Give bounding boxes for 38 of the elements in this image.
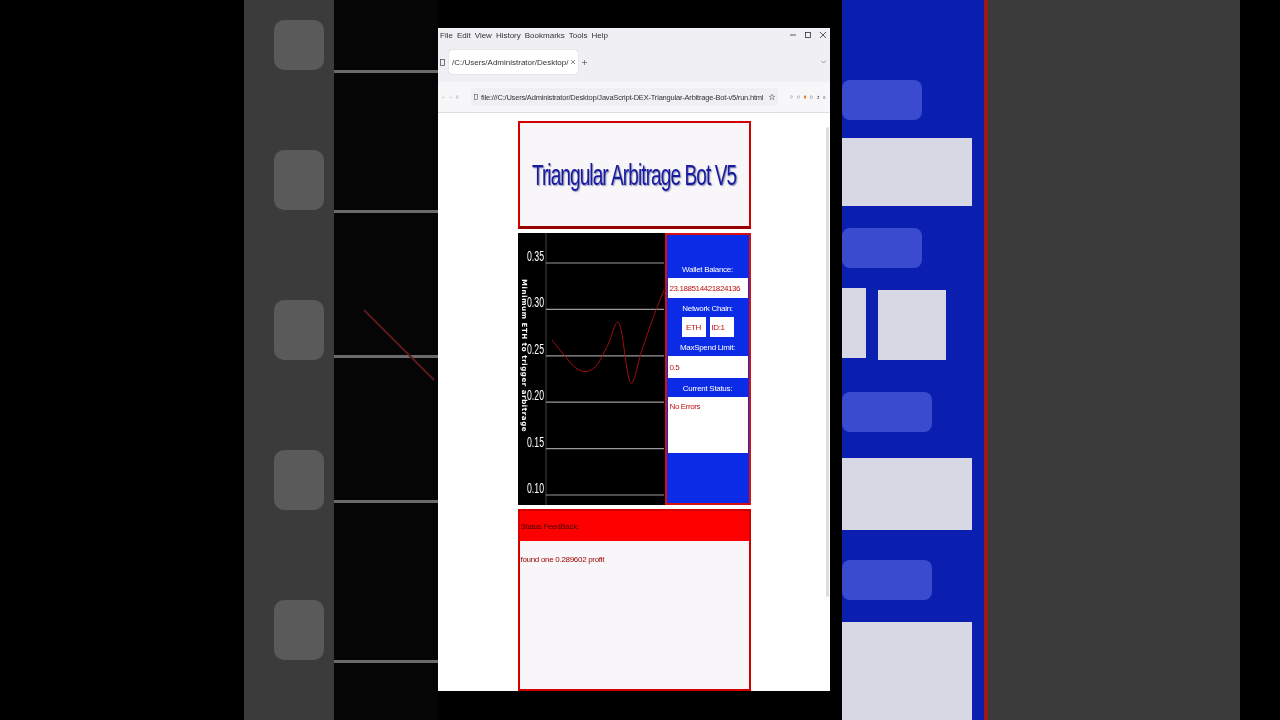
menu-item[interactable]: File [440, 30, 453, 40]
extension-icon[interactable] [803, 94, 807, 100]
page-title: Triangular Arbitrage Bot V5 [531, 156, 737, 193]
wallet-balance-field[interactable]: 23.188514421824136 [667, 278, 748, 299]
circle-icon[interactable] [796, 94, 800, 100]
field-label: Network Chain: [682, 304, 733, 314]
star-icon[interactable] [769, 94, 776, 100]
field-label: Current Status: [682, 384, 733, 394]
menu-item[interactable]: History [495, 30, 521, 40]
maximize-icon[interactable] [805, 32, 811, 38]
chain-id-field[interactable]: ID:1 [709, 317, 734, 338]
page-icon [474, 94, 479, 100]
menu-item[interactable]: View [474, 30, 492, 40]
new-tab-icon[interactable] [582, 59, 588, 65]
close-icon[interactable] [820, 32, 826, 38]
menu-item[interactable]: Help [591, 30, 608, 40]
axis-tick-label: 0.35 [526, 247, 556, 265]
status-field[interactable]: No Errors [667, 397, 748, 454]
chevron-down-icon[interactable] [821, 60, 826, 64]
reload-icon[interactable] [456, 94, 460, 100]
close-icon[interactable] [571, 60, 576, 64]
scrollbar-thumb[interactable] [826, 127, 829, 597]
tab-list-icon[interactable] [440, 58, 445, 66]
max-spend-field[interactable]: 0.5 [667, 356, 748, 379]
menu-item[interactable]: Tools [568, 30, 588, 40]
minimize-icon[interactable] [790, 32, 796, 38]
menu-item[interactable]: Edit [456, 30, 471, 40]
axis-tick-label: 0.25 [526, 339, 556, 357]
network-field[interactable]: ETH [681, 317, 706, 338]
account-icon[interactable] [816, 94, 820, 100]
axis-tick-label: 0.10 [526, 479, 556, 497]
browser-tab[interactable]: /C:/Users/Administrator/Desktop/ [449, 50, 579, 74]
feedback-message: found one 0.289602 profit [520, 555, 606, 565]
field-label: Wallet Balance: [682, 265, 733, 275]
menu-item[interactable]: Bookmarks [524, 30, 565, 40]
axis-tick-label: 0.15 [526, 432, 556, 450]
feedback-heading: Status FeedBack: [520, 521, 579, 531]
field-label: MaxSpend Limit: [679, 343, 736, 353]
